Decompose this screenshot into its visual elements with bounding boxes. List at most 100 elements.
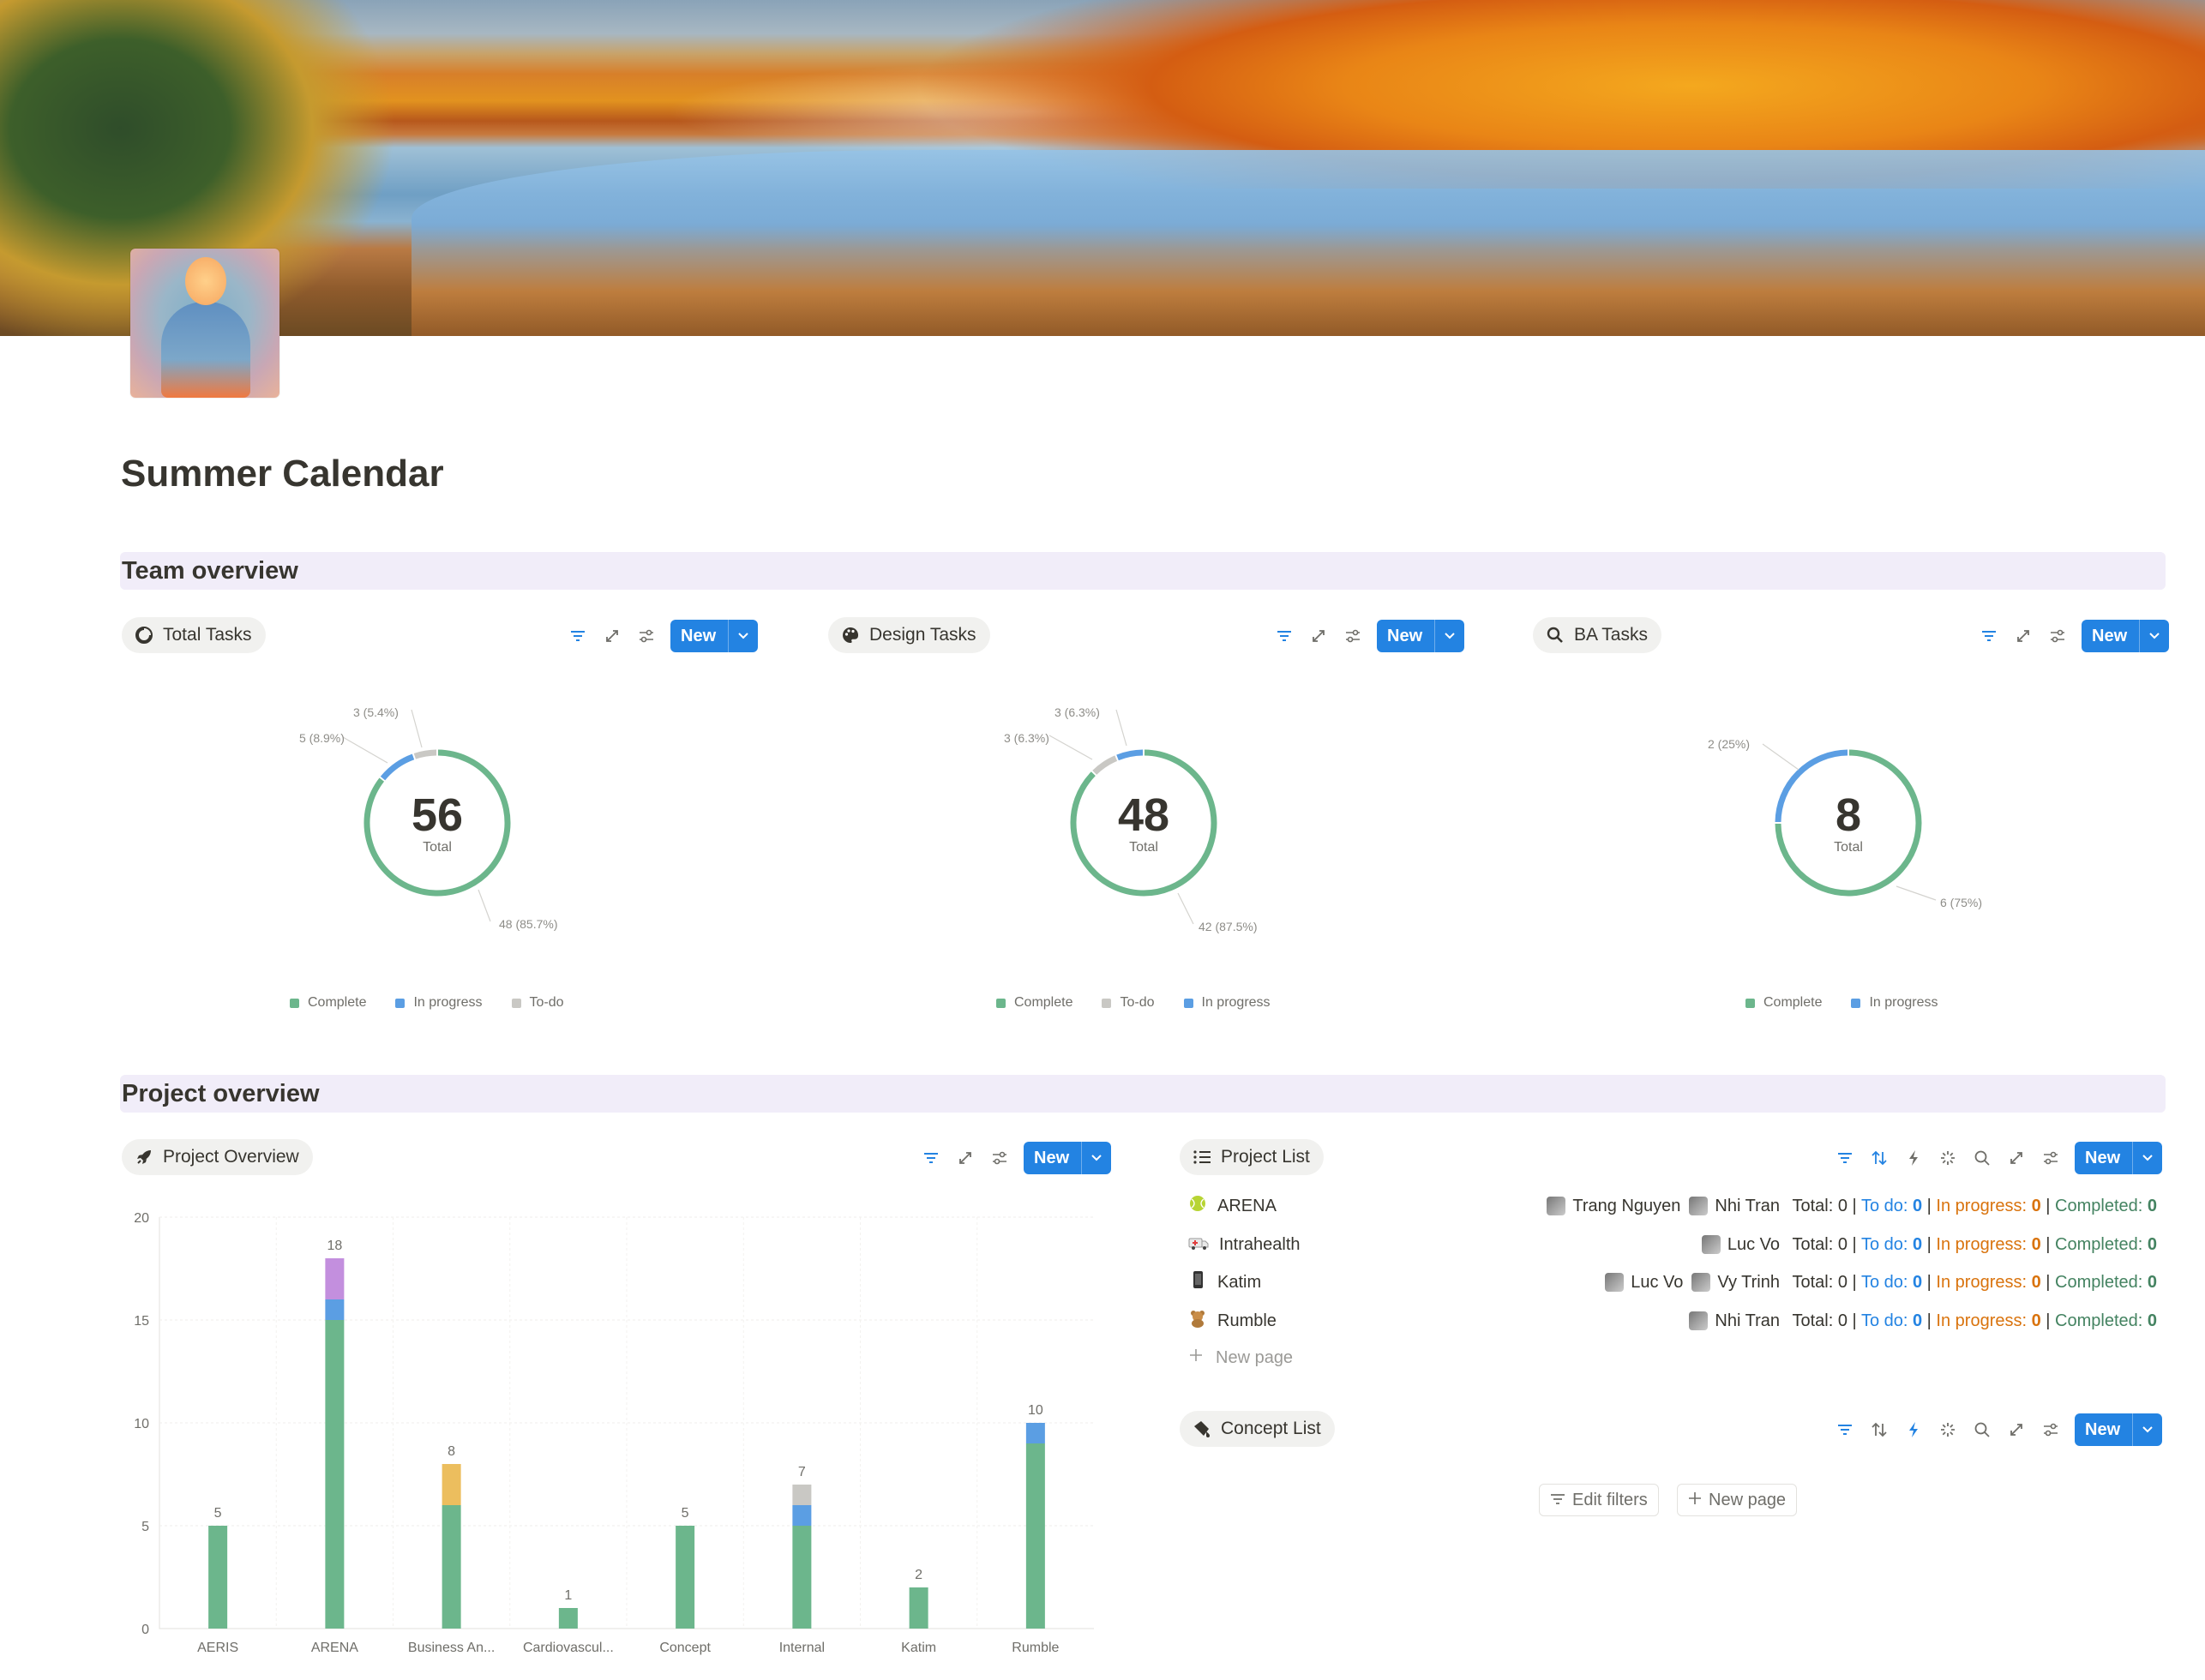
expand-icon[interactable] [595,619,629,653]
settings-sliders-icon[interactable] [2034,1141,2068,1175]
person-chip[interactable]: Luc Vo [1605,1273,1683,1293]
design-tasks-view-tab[interactable]: Design Tasks [828,617,990,653]
project-overview-toolbar: New [914,1141,1112,1175]
list-item[interactable]: Katim Luc Vo Vy Trinh Total: 0 | To do: … [1188,1265,2157,1299]
settings-sliders-icon[interactable] [2040,619,2075,653]
legend-item: Complete [996,995,1072,1011]
bar-segment[interactable] [792,1505,812,1526]
settings-sliders-icon[interactable] [2034,1413,2068,1447]
new-button[interactable]: New [1024,1142,1112,1174]
bar-segment[interactable] [792,1526,812,1629]
concept-new-page-button[interactable]: New page [1677,1484,1798,1516]
new-button[interactable]: New [1377,620,1465,652]
expand-icon[interactable] [948,1141,982,1175]
bar-segment[interactable] [558,1608,578,1629]
chevron-down-icon [2133,1142,2162,1174]
bar-segment[interactable] [442,1505,461,1629]
edit-filters-button[interactable]: Edit filters [1539,1484,1659,1516]
magnifier-icon [1545,625,1565,645]
bar-total-label: 10 [1028,1403,1043,1418]
x-tick-label: Business An... [408,1641,495,1655]
expand-icon[interactable] [1301,619,1336,653]
bar-segment[interactable] [676,1526,695,1629]
total-tasks-toolbar: New [561,619,759,653]
ba-tasks-view-tab[interactable]: BA Tasks [1533,617,1661,653]
expand-icon[interactable] [1999,1413,2034,1447]
page-title[interactable]: Summer Calendar [121,453,444,495]
total-tasks-view-tab[interactable]: Total Tasks [122,617,266,653]
list-item[interactable]: Intrahealth Luc Vo Total: 0 | To do: 0 |… [1188,1227,2157,1262]
person-chip[interactable]: Luc Vo [1701,1235,1780,1255]
settings-sliders-icon[interactable] [1336,619,1370,653]
new-page-button[interactable]: New page [1188,1342,1293,1373]
list-item[interactable]: Rumble Nhi Tran Total: 0 | To do: 0 | In… [1188,1304,2157,1338]
new-button[interactable]: New [2075,1413,2163,1446]
person-chip[interactable]: Trang Nguyen [1547,1197,1680,1216]
project-overview-view-tab[interactable]: Project Overview [122,1139,313,1175]
avatar [1689,1311,1709,1330]
filter-icon[interactable] [1972,619,2006,653]
widget-title: Project Overview [163,1147,299,1167]
person-chip[interactable]: Nhi Tran [1689,1311,1780,1331]
bar-total-label: 7 [798,1465,806,1479]
settings-sliders-icon[interactable] [982,1141,1017,1175]
bar-segment[interactable] [325,1299,345,1320]
bar-segment[interactable] [325,1320,345,1629]
y-tick-label: 5 [141,1520,149,1534]
filter-icon[interactable] [914,1141,948,1175]
expand-icon[interactable] [1999,1141,2034,1175]
lightning-icon[interactable] [1896,1141,1931,1175]
x-tick-label: ARENA [311,1641,358,1655]
project-list-view-tab[interactable]: Project List [1180,1139,1324,1175]
sort-icon[interactable] [1862,1141,1896,1175]
y-tick-label: 15 [134,1314,149,1329]
legend-item: In progress [1851,995,1938,1011]
x-tick-label: Katim [901,1641,936,1655]
widget-title: Concept List [1221,1419,1321,1438]
paint-brush-icon [1192,1419,1212,1439]
page-icon[interactable] [130,249,279,398]
filter-icon[interactable] [1828,1141,1862,1175]
expand-icon[interactable] [2006,619,2040,653]
design-tasks-toolbar: New [1267,619,1465,653]
bar-segment[interactable] [792,1485,812,1505]
bar-segment[interactable] [442,1464,461,1505]
loading-spinner-icon[interactable] [1931,1141,1965,1175]
new-button[interactable]: New [2075,1142,2163,1174]
list-item[interactable]: ARENA Trang Nguyen Nhi Tran Total: 0 | T… [1188,1189,2157,1223]
filter-icon[interactable] [561,619,595,653]
bar-segment[interactable] [909,1587,928,1629]
y-tick-label: 20 [134,1211,149,1226]
tennis-ball-icon [1188,1194,1207,1218]
project-name: ARENA [1217,1196,1277,1215]
person-chip[interactable]: Nhi Tran [1689,1197,1780,1216]
filter-icon[interactable] [1828,1413,1862,1447]
filter-icon[interactable] [1267,619,1301,653]
legend-item: To-do [511,995,564,1011]
donut-legend: Complete In progress [1745,995,1938,1011]
bar-segment[interactable] [1025,1443,1045,1629]
bar-segment[interactable] [1025,1423,1045,1443]
concept-list-view-tab[interactable]: Concept List [1180,1411,1335,1447]
bar-segment[interactable] [325,1258,345,1299]
bar-segment[interactable] [208,1526,228,1629]
plus-icon [1188,1347,1204,1368]
new-button[interactable]: New [2082,620,2170,652]
lightning-icon[interactable] [1896,1413,1931,1447]
search-icon[interactable] [1965,1141,1999,1175]
bar-total-label: 5 [682,1506,689,1521]
chevron-down-icon [2140,620,2169,652]
avatar [1547,1197,1566,1215]
new-button[interactable]: New [670,620,759,652]
settings-sliders-icon[interactable] [629,619,664,653]
bar-total-label: 8 [448,1444,455,1459]
slice-label: 3 (5.4%) [353,705,399,719]
search-icon[interactable] [1965,1413,1999,1447]
sort-icon[interactable] [1862,1413,1896,1447]
project-list-toolbar: New [1828,1141,2163,1175]
loading-spinner-icon[interactable] [1931,1413,1965,1447]
bar-total-label: 1 [564,1588,572,1603]
project-stats: Total: 0 | To do: 0 | In progress: 0 | C… [1792,1234,2158,1254]
project-overview-bar-chart: 0 5 10 15 20 5 AERIS 18 ARENA 8 Business An... 1 Car… [134,1211,1094,1655]
person-chip[interactable]: Vy Trinh [1691,1273,1780,1293]
